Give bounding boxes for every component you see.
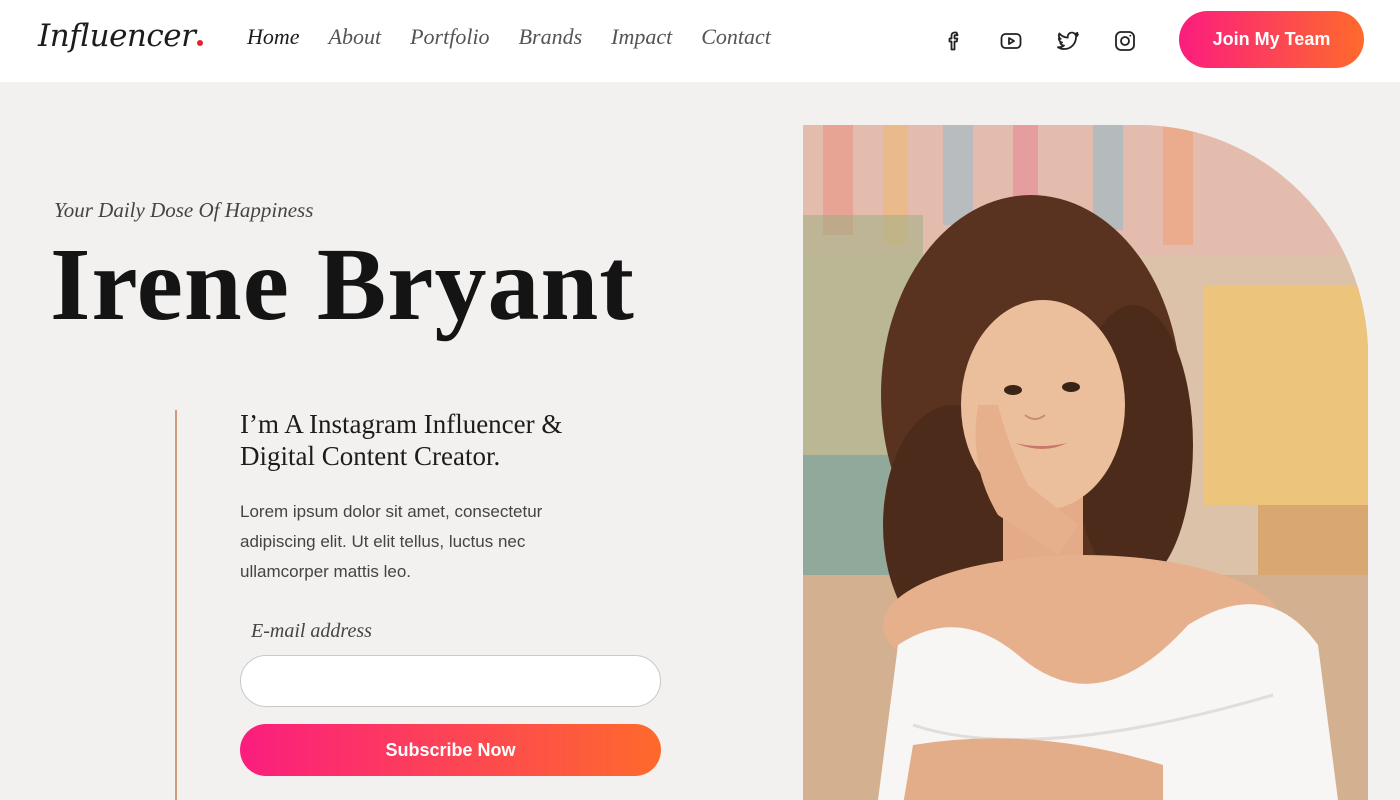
nav-item-home[interactable]: Home bbox=[247, 24, 300, 50]
email-field[interactable] bbox=[240, 655, 661, 707]
hero-tagline: Your Daily Dose Of Happiness bbox=[54, 198, 314, 222]
hero-description: Lorem ipsum dolor sit amet, consectetur … bbox=[240, 502, 543, 581]
twitter-icon[interactable] bbox=[1054, 27, 1082, 55]
portrait-photo bbox=[803, 125, 1368, 800]
youtube-icon[interactable] bbox=[997, 27, 1025, 55]
instagram-icon[interactable] bbox=[1111, 27, 1139, 55]
join-my-team-button[interactable]: Join My Team bbox=[1179, 11, 1364, 68]
subheading-line-1: I’m A Instagram Influencer & bbox=[240, 409, 563, 439]
site-logo[interactable]: Influencer bbox=[38, 18, 204, 54]
nav-item-brands[interactable]: Brands bbox=[519, 24, 583, 50]
vertical-divider bbox=[175, 410, 177, 800]
nav-item-portfolio[interactable]: Portfolio bbox=[410, 24, 489, 50]
subscribe-button[interactable]: Subscribe Now bbox=[240, 724, 661, 776]
hero-name: Irene Bryant bbox=[50, 227, 635, 342]
portrait-illustration bbox=[803, 125, 1368, 800]
email-label: E-mail address bbox=[251, 620, 372, 642]
social-links bbox=[940, 27, 1168, 55]
hero-subheading: I’m A Instagram Influencer & Digital Con… bbox=[240, 408, 660, 472]
logo-text: Influencer bbox=[38, 18, 196, 54]
nav-item-about[interactable]: About bbox=[329, 24, 382, 50]
logo-dot bbox=[197, 40, 204, 46]
subheading-line-2: Digital Content Creator. bbox=[240, 441, 501, 471]
site-header: Influencer Home About Portfolio Brands I… bbox=[0, 0, 1400, 82]
nav-item-impact[interactable]: Impact bbox=[611, 24, 672, 50]
main-nav: Home About Portfolio Brands Impact Conta… bbox=[247, 24, 800, 50]
facebook-icon[interactable] bbox=[940, 27, 968, 55]
nav-item-contact[interactable]: Contact bbox=[701, 24, 771, 50]
